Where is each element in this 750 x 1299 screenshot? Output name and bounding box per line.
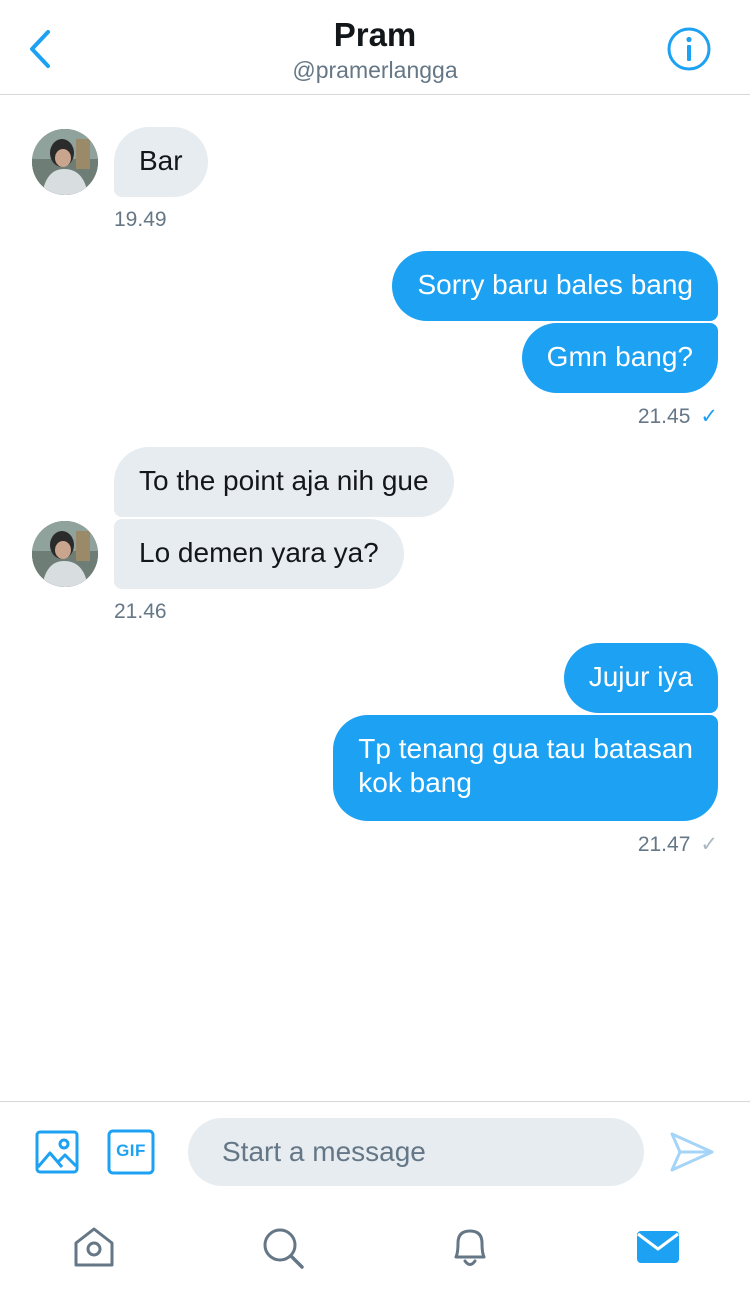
message-input[interactable] bbox=[188, 1118, 644, 1186]
message-timestamp: 21.46 bbox=[114, 600, 167, 623]
search-icon bbox=[263, 1228, 304, 1269]
message-timestamp: 19.49 bbox=[114, 208, 167, 231]
send-icon bbox=[670, 1132, 714, 1172]
add-photo-button[interactable] bbox=[34, 1129, 80, 1175]
avatar-image bbox=[32, 521, 98, 587]
message-bubble[interactable]: Bar bbox=[114, 127, 208, 197]
bottom-tab-bar bbox=[0, 1199, 750, 1299]
message-bubble[interactable]: Tp tenang gua tau batasan kok bang bbox=[333, 715, 718, 821]
message-bubble[interactable]: Gmn bang? bbox=[521, 323, 718, 393]
message-timestamp: 21.47 ✓ bbox=[638, 832, 718, 857]
gif-label: GIF bbox=[116, 1141, 146, 1160]
tab-notifications[interactable] bbox=[446, 1223, 494, 1271]
message-time: 21.45 bbox=[637, 405, 691, 428]
conversation-username[interactable]: @pramerlangga bbox=[0, 57, 750, 84]
image-icon bbox=[35, 1130, 79, 1174]
message-time: 21.47 bbox=[637, 833, 691, 856]
messages-icon bbox=[637, 1231, 679, 1263]
conversation-header: Pram @pramerlangga bbox=[0, 0, 750, 95]
tab-home[interactable] bbox=[70, 1223, 118, 1271]
avatar[interactable] bbox=[32, 521, 98, 587]
message-bubble[interactable]: Jujur iya bbox=[563, 643, 718, 713]
message-bubble[interactable]: Lo demen yara ya? bbox=[114, 519, 404, 589]
message-line: kok bang bbox=[358, 767, 472, 798]
message-line: Tp tenang gua tau batasan bbox=[358, 733, 693, 764]
avatar-image bbox=[32, 129, 98, 195]
message-composer: GIF bbox=[0, 1101, 750, 1199]
info-icon bbox=[667, 27, 711, 71]
tab-search[interactable] bbox=[258, 1223, 306, 1271]
add-gif-button[interactable]: GIF bbox=[107, 1129, 155, 1175]
home-icon bbox=[74, 1227, 114, 1267]
message-timestamp: 21.45 ✓ bbox=[638, 404, 718, 429]
tab-messages[interactable] bbox=[634, 1223, 682, 1271]
send-button[interactable] bbox=[668, 1130, 716, 1174]
conversation-title[interactable]: Pram bbox=[0, 16, 750, 54]
notifications-icon bbox=[454, 1229, 486, 1266]
message-bubble[interactable]: To the point aja nih gue bbox=[114, 447, 454, 517]
read-check-icon: ✓ bbox=[700, 405, 718, 428]
dm-conversation-screen: Pram @pramerlangga Bar 19.49 Sorry baru … bbox=[0, 0, 750, 1299]
avatar[interactable] bbox=[32, 129, 98, 195]
sent-check-icon: ✓ bbox=[700, 833, 718, 856]
message-bubble[interactable]: Sorry baru bales bang bbox=[392, 251, 718, 321]
info-button[interactable] bbox=[666, 26, 712, 72]
